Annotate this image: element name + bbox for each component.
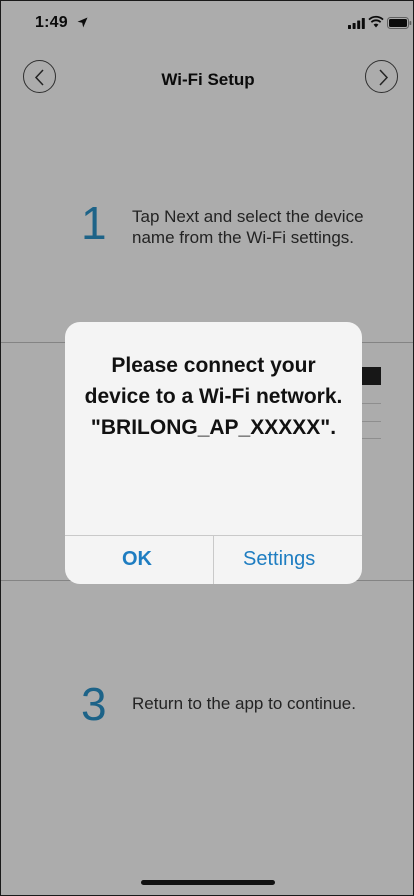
- alert-message: Please connect your device to a Wi-Fi ne…: [84, 354, 343, 439]
- wifi-connect-alert: Please connect your device to a Wi-Fi ne…: [65, 322, 362, 584]
- ok-button[interactable]: OK: [65, 536, 213, 584]
- settings-button[interactable]: Settings: [213, 536, 362, 584]
- home-indicator[interactable]: [141, 880, 275, 885]
- alert-button-row: OK Settings: [65, 535, 362, 584]
- wifi-setup-screen: 1:49 Wi-Fi Setup 1 Tap Next and select t…: [0, 0, 414, 896]
